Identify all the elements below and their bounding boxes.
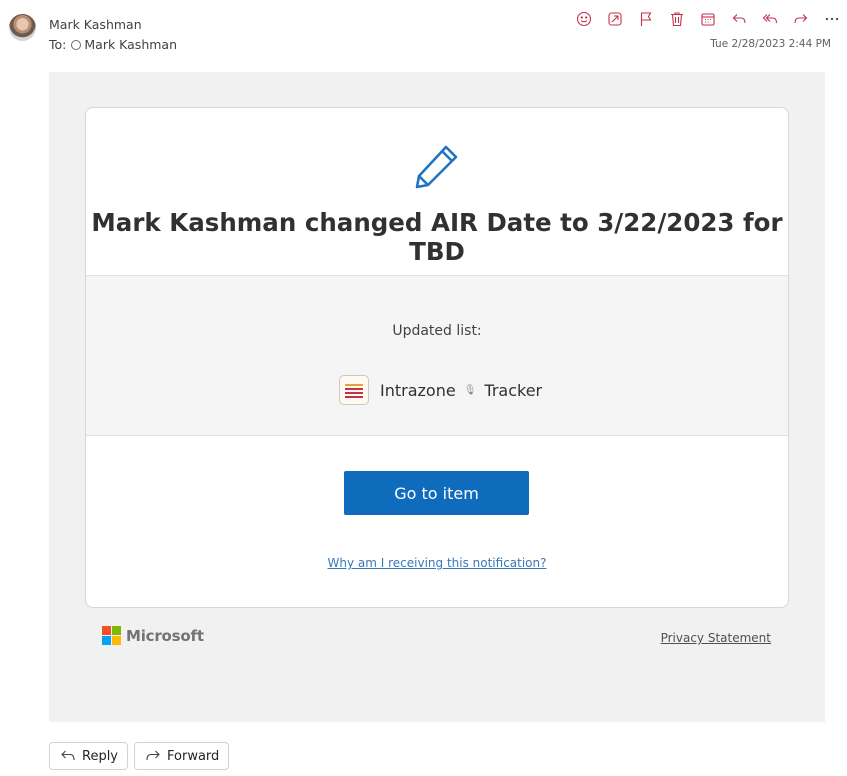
reply-icon: [732, 14, 746, 24]
more-button[interactable]: [816, 8, 847, 30]
forward-icon: [793, 14, 807, 24]
more-icon: [825, 17, 838, 21]
list-name-part2: Tracker: [484, 380, 543, 400]
forward-button[interactable]: Forward: [134, 742, 230, 770]
flag-icon: [640, 12, 651, 26]
list-reference: Intrazone 🎙 Tracker: [339, 375, 542, 405]
recipient-name[interactable]: Mark Kashman: [84, 37, 177, 52]
go-to-item-button[interactable]: Go to item: [344, 471, 529, 515]
sender-name[interactable]: Mark Kashman: [49, 17, 142, 32]
forward-icon: [146, 750, 160, 761]
list-name: Intrazone 🎙 Tracker: [380, 381, 542, 400]
updated-list-label: Updated list:: [392, 323, 482, 339]
forward-toolbar-button[interactable]: [785, 8, 816, 30]
list-icon: [339, 375, 369, 405]
immersive-reader-icon: [607, 12, 622, 26]
reply-all-toolbar-button[interactable]: [754, 8, 785, 30]
delete-button[interactable]: [661, 8, 692, 30]
why-notification-link[interactable]: Why am I receiving this notification?: [86, 556, 788, 570]
notification-actions: Go to item Why am I receiving this notif…: [86, 436, 788, 607]
to-label: To:: [49, 37, 67, 52]
updated-list-section: Updated list: Intrazone 🎙 Tracker: [86, 276, 788, 436]
emoji-button[interactable]: [568, 8, 599, 30]
list-name-part1: Intrazone: [380, 380, 456, 400]
microsoft-brand-text: Microsoft: [126, 626, 204, 645]
delete-icon: [670, 12, 683, 27]
microsoft-logo-icon: [102, 626, 121, 645]
reply-all-icon: [762, 14, 777, 24]
presence-icon: [71, 39, 82, 50]
notification-card: Mark Kashman changed AIR Date to 3/22/20…: [85, 107, 789, 608]
notification-header: Mark Kashman changed AIR Date to 3/22/20…: [86, 108, 788, 276]
flag-button[interactable]: [630, 8, 661, 30]
avatar[interactable]: [9, 14, 36, 41]
notification-headline: Mark Kashman changed AIR Date to 3/22/20…: [91, 208, 783, 266]
email-body: Mark Kashman changed AIR Date to 3/22/20…: [49, 72, 825, 722]
message-toolbar: [568, 8, 847, 30]
emoji-icon: [576, 11, 591, 27]
calendar-button[interactable]: [692, 8, 723, 30]
sent-timestamp: Tue 2/28/2023 2:44 PM: [710, 38, 831, 50]
reply-label: Reply: [82, 748, 119, 764]
immersive-reader-button[interactable]: [599, 8, 630, 30]
privacy-statement-link[interactable]: Privacy Statement: [661, 631, 771, 645]
microphone-icon: 🎙: [463, 384, 477, 396]
microsoft-logo: Microsoft: [102, 626, 204, 645]
forward-label: Forward: [167, 748, 220, 764]
calendar-icon: [700, 13, 715, 26]
message-actions: Reply Forward: [49, 742, 230, 770]
recipient-line: To: Mark Kashman: [49, 37, 177, 52]
reply-button[interactable]: Reply: [49, 742, 129, 770]
reply-icon: [61, 750, 75, 761]
reply-toolbar-button[interactable]: [723, 8, 754, 30]
pencil-icon: [415, 145, 458, 189]
